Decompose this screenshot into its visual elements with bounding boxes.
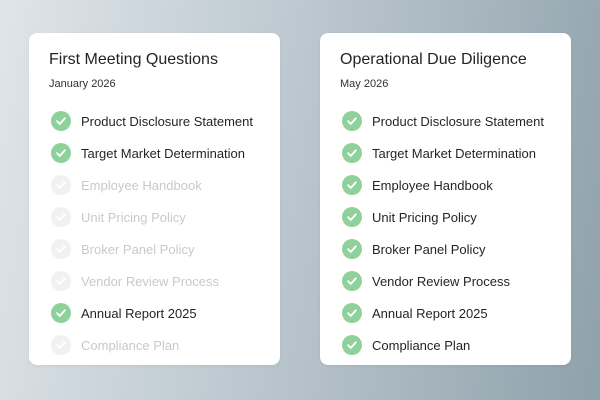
checklist-item[interactable]: Product Disclosure Statement <box>340 105 571 137</box>
checklist-item[interactable]: Unit Pricing Policy <box>340 201 571 233</box>
card-title: Operational Due Diligence <box>340 51 527 68</box>
checklist-card-operational-due-diligence: Operational Due Diligence May 2026 Produ… <box>320 33 571 365</box>
check-icon <box>342 303 362 323</box>
check-icon <box>51 207 71 227</box>
checklist-item-label: Broker Panel Policy <box>81 241 195 257</box>
checklist-item-label: Product Disclosure Statement <box>81 113 253 129</box>
card-date: January 2026 <box>49 78 116 90</box>
checklist-item-label: Compliance Plan <box>372 337 471 353</box>
check-icon <box>51 111 71 131</box>
check-icon <box>51 239 71 259</box>
checklist-item[interactable]: Annual Report 2025 <box>340 297 571 329</box>
checklist-item[interactable]: Broker Panel Policy <box>340 233 571 265</box>
checklist-item[interactable]: Target Market Determination <box>340 137 571 169</box>
checklist-item-label: Annual Report 2025 <box>81 305 197 321</box>
checklist-item-label: Target Market Determination <box>81 145 246 161</box>
checklist-item[interactable]: Target Market Determination <box>49 137 280 169</box>
checklist-item[interactable]: Vendor Review Process <box>340 265 571 297</box>
checklist-item[interactable]: Unit Pricing Policy <box>49 201 280 233</box>
checklist-item-label: Vendor Review Process <box>81 273 220 289</box>
card-date: May 2026 <box>340 78 389 90</box>
checklist-item-label: Target Market Determination <box>372 145 537 161</box>
checklist-item[interactable]: Broker Panel Policy <box>49 233 280 265</box>
checklist-item[interactable]: Vendor Review Process <box>49 265 280 297</box>
checklist-item[interactable]: Product Disclosure Statement <box>49 105 280 137</box>
checklist-item-label: Annual Report 2025 <box>372 305 488 321</box>
check-icon <box>342 207 362 227</box>
check-icon <box>342 239 362 259</box>
check-icon <box>51 175 71 195</box>
check-icon <box>342 111 362 131</box>
checklist-item[interactable]: Employee Handbook <box>49 169 280 201</box>
check-icon <box>51 271 71 291</box>
checklist: Product Disclosure Statement Target Marke… <box>49 105 280 361</box>
check-icon <box>342 143 362 163</box>
check-icon <box>342 271 362 291</box>
checklist-item-label: Product Disclosure Statement <box>372 113 544 129</box>
checklist-item[interactable]: Compliance Plan <box>340 329 571 361</box>
card-title: First Meeting Questions <box>49 51 218 68</box>
checklist-item-label: Employee Handbook <box>372 177 493 193</box>
checklist-item[interactable]: Employee Handbook <box>340 169 571 201</box>
checklist-item-label: Unit Pricing Policy <box>81 209 186 225</box>
checklist: Product Disclosure Statement Target Marke… <box>340 105 571 361</box>
check-icon <box>51 303 71 323</box>
checklist-item[interactable]: Annual Report 2025 <box>49 297 280 329</box>
checklist-item-label: Compliance Plan <box>81 337 180 353</box>
checklist-item-label: Employee Handbook <box>81 177 202 193</box>
checklist-card-first-meeting: First Meeting Questions January 2026 Pro… <box>29 33 280 365</box>
checklist-item-label: Unit Pricing Policy <box>372 209 477 225</box>
check-icon <box>342 175 362 195</box>
checklist-item-label: Broker Panel Policy <box>372 241 486 257</box>
checklist-item[interactable]: Compliance Plan <box>49 329 280 361</box>
check-icon <box>342 335 362 355</box>
checklist-item-label: Vendor Review Process <box>372 273 511 289</box>
check-icon <box>51 335 71 355</box>
check-icon <box>51 143 71 163</box>
